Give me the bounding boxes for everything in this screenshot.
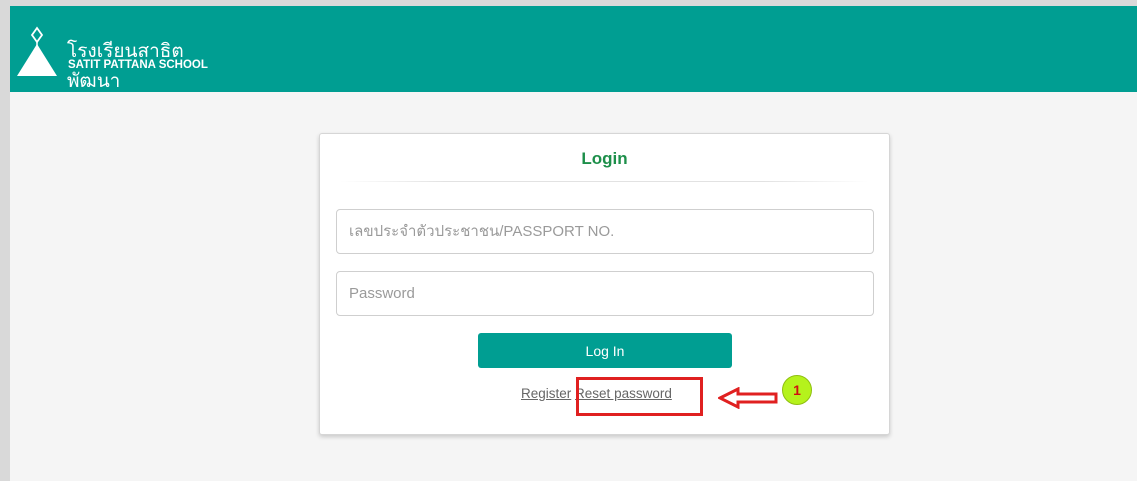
school-emblem-icon bbox=[17, 26, 57, 76]
password-input[interactable] bbox=[336, 271, 874, 316]
login-button[interactable]: Log In bbox=[478, 333, 732, 368]
pointer-arrow-icon bbox=[718, 387, 778, 409]
site-header: โรงเรียนสาธิตพัฒนา SATIT PATTANA SCHOOL bbox=[10, 6, 1137, 92]
title-divider bbox=[340, 181, 869, 182]
step-number-badge: 1 bbox=[782, 375, 812, 405]
login-title: Login bbox=[581, 149, 628, 168]
register-link[interactable]: Register bbox=[521, 386, 571, 401]
reset-password-highlight bbox=[576, 377, 703, 416]
school-logo[interactable]: โรงเรียนสาธิตพัฒนา SATIT PATTANA SCHOOL bbox=[15, 26, 235, 92]
school-name-english: SATIT PATTANA SCHOOL bbox=[68, 59, 208, 71]
id-number-input[interactable] bbox=[336, 209, 874, 254]
